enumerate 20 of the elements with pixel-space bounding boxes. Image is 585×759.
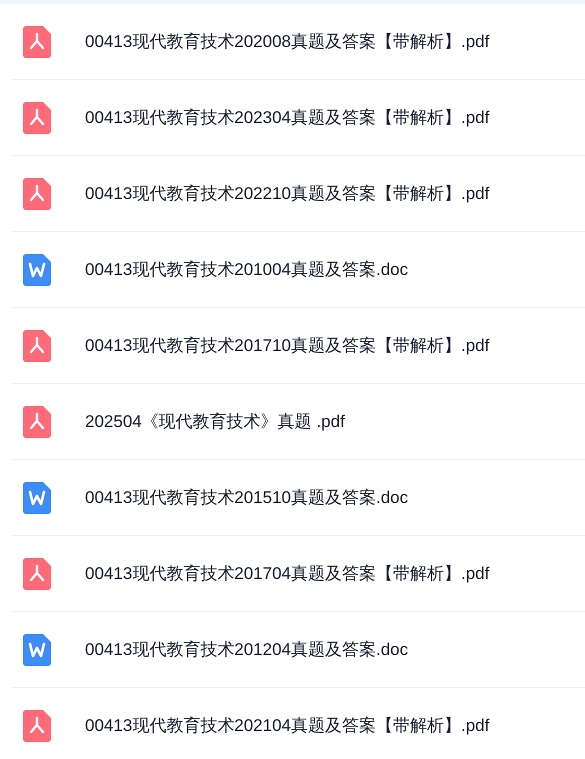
word-file-icon bbox=[23, 254, 51, 286]
file-name[interactable]: 00413现代教育技术201704真题及答案【带解析】.pdf bbox=[85, 560, 490, 586]
pdf-file-icon bbox=[23, 26, 51, 58]
pdf-file-icon bbox=[23, 330, 51, 362]
file-name[interactable]: 00413现代教育技术201510真题及答案.doc bbox=[85, 484, 408, 510]
pdf-file-icon bbox=[23, 178, 51, 210]
pdf-file-icon bbox=[23, 406, 51, 438]
pdf-file-icon bbox=[23, 558, 51, 590]
file-name[interactable]: 00413现代教育技术201204真题及答案.doc bbox=[85, 636, 408, 662]
pdf-file-icon bbox=[23, 102, 51, 134]
file-name[interactable]: 00413现代教育技术202210真题及答案【带解析】.pdf bbox=[85, 180, 490, 206]
file-name[interactable]: 00413现代教育技术202104真题及答案【带解析】.pdf bbox=[85, 712, 490, 738]
file-name[interactable]: 00413现代教育技术202008真题及答案【带解析】.pdf bbox=[85, 28, 490, 54]
pdf-file-icon bbox=[23, 710, 51, 742]
file-name[interactable]: 202504《现代教育技术》真题 .pdf bbox=[85, 408, 345, 434]
file-name[interactable]: 00413现代教育技术201004真题及答案.doc bbox=[85, 256, 408, 282]
word-file-icon bbox=[23, 634, 51, 666]
file-name[interactable]: 00413现代教育技术202304真题及答案【带解析】.pdf bbox=[85, 104, 490, 130]
file-name[interactable]: 00413现代教育技术201710真题及答案【带解析】.pdf bbox=[85, 332, 490, 358]
word-file-icon bbox=[23, 482, 51, 514]
